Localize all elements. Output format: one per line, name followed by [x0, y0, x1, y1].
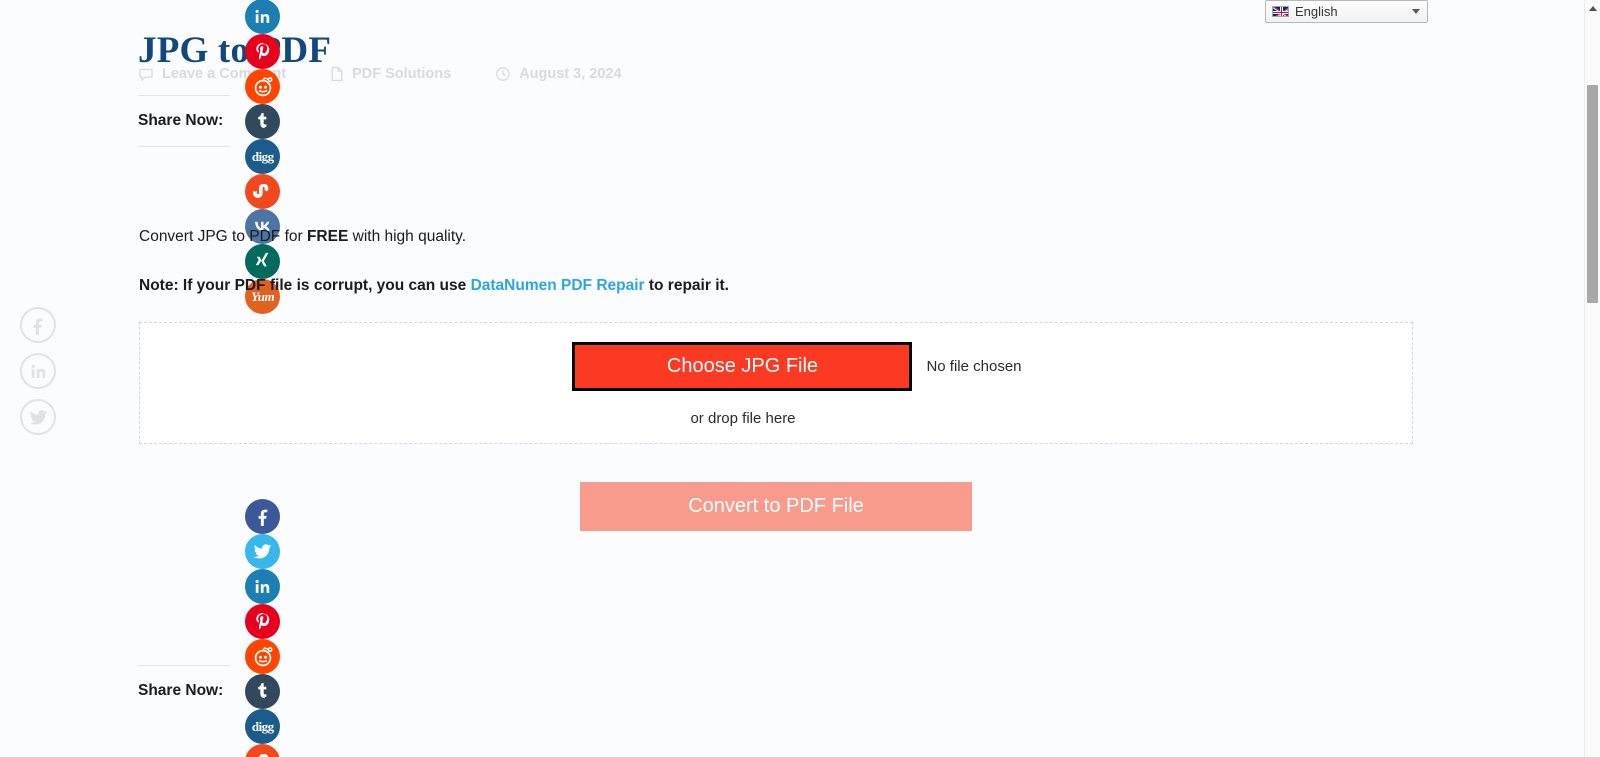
- post-meta: Leave a Comment PDF Solutions August 3, …: [138, 66, 666, 82]
- reddit-share-icon[interactable]: [245, 638, 281, 674]
- choose-jpg-file-button[interactable]: Choose JPG File: [572, 342, 913, 391]
- share-label: Share Now:: [138, 112, 224, 129]
- convert-to-pdf-button[interactable]: Convert to PDF File: [580, 482, 972, 531]
- note-paragraph: Note: If your PDF file is corrupt, you c…: [139, 274, 729, 297]
- linkedin-rail-icon[interactable]: [20, 353, 56, 389]
- share-icon-row: Share Now: diggYum: [138, 498, 304, 757]
- linkedin-share-icon[interactable]: [245, 568, 281, 604]
- datanumen-pdf-repair-link[interactable]: DataNumen PDF Repair: [471, 277, 645, 294]
- linkedin-share-icon[interactable]: [245, 0, 281, 34]
- meta-date-label: August 3, 2024: [519, 66, 622, 82]
- share-icon-row: Share Now: diggYum: [138, 0, 304, 314]
- scrollbar-thumb[interactable]: [1587, 85, 1598, 303]
- note-text-post: to repair it.: [644, 277, 729, 294]
- floating-share-rail: [20, 307, 56, 435]
- stumbleupon-share-icon[interactable]: [245, 173, 281, 209]
- note-text-pre: Note: If your PDF file is corrupt, you c…: [139, 277, 471, 294]
- pinterest-share-icon[interactable]: [245, 33, 281, 69]
- tumblr-share-icon[interactable]: [245, 103, 281, 139]
- digg-share-icon[interactable]: digg: [245, 138, 281, 174]
- facebook-rail-icon[interactable]: [20, 307, 56, 343]
- share-label: Share Now:: [138, 682, 224, 699]
- meta-category-label: PDF Solutions: [352, 66, 452, 82]
- drop-hint-text: or drop file here: [690, 410, 796, 427]
- pinterest-share-icon[interactable]: [245, 603, 281, 639]
- language-selector-value: English: [1295, 4, 1338, 19]
- digg-share-icon[interactable]: digg: [245, 708, 281, 744]
- uk-flag-icon: [1272, 6, 1289, 17]
- facebook-share-icon[interactable]: [245, 498, 281, 534]
- stumbleupon-share-icon[interactable]: [245, 743, 281, 757]
- chevron-down-icon: [1412, 9, 1420, 14]
- intro-text-free: FREE: [306, 228, 349, 245]
- twitter-share-icon[interactable]: [245, 533, 281, 569]
- file-dropzone[interactable]: Choose JPG File No file chosen or drop f…: [139, 322, 1413, 444]
- reddit-share-icon[interactable]: [245, 68, 281, 104]
- intro-text-post: with high quality.: [348, 228, 467, 245]
- tumblr-share-icon[interactable]: [245, 673, 281, 709]
- intro-text-pre: Convert JPG to PDF for: [139, 228, 307, 245]
- language-selector[interactable]: English: [1265, 0, 1428, 23]
- file-status-text: No file chosen: [926, 358, 1022, 375]
- divider: [138, 146, 230, 147]
- share-bar-bottom: Share Now: diggYum: [138, 498, 304, 757]
- page-root: English JPG to PDF Leave a Comment PDF S…: [0, 0, 1600, 757]
- intro-paragraph: Convert JPG to PDF for FREE with high qu…: [139, 225, 466, 248]
- page-scrollbar[interactable]: [1584, 0, 1600, 757]
- document-icon: [330, 66, 344, 82]
- scroll-up-arrow-icon[interactable]: [1585, 0, 1600, 17]
- comment-icon: [138, 66, 154, 82]
- clock-icon: [495, 66, 511, 82]
- meta-category[interactable]: PDF Solutions: [330, 66, 451, 82]
- twitter-rail-icon[interactable]: [20, 399, 56, 435]
- meta-date: August 3, 2024: [495, 66, 622, 82]
- share-bar-top: Share Now: digg Yum: [138, 0, 304, 314]
